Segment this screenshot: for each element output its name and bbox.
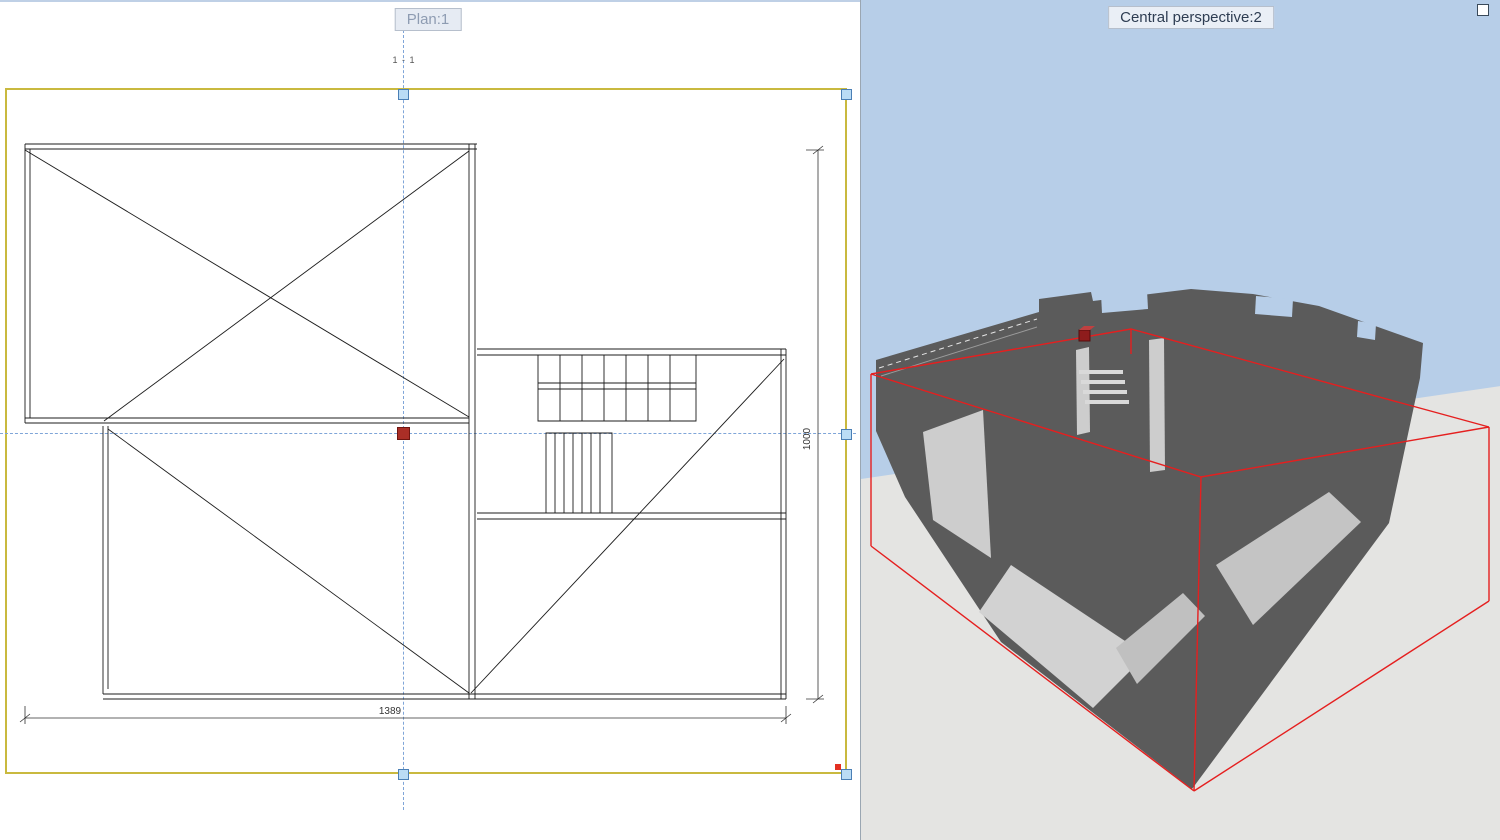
floor-plan-drawing: 1000 1389 — [19, 143, 824, 724]
selection-handle-right-middle[interactable] — [841, 429, 852, 440]
selection-handle-bottom-right[interactable] — [841, 769, 852, 780]
dimension-label-vertical: 1000 — [802, 427, 813, 450]
plan-stairs-lower — [545, 432, 613, 514]
perspective-3d-drawing — [861, 289, 1500, 840]
application-window: Plan:1 1 - 1 1000 1389 Central perspecti… — [0, 0, 1500, 840]
plan-viewport-tab[interactable]: Plan:1 — [394, 8, 462, 31]
selection-handle-top[interactable] — [398, 89, 409, 100]
plan-walls — [24, 143, 787, 700]
selection-handle-bottom[interactable] — [398, 769, 409, 780]
dimension-label-horizontal: 1389 — [379, 706, 402, 717]
plan-dimension-lines: 1000 1389 — [19, 145, 824, 724]
plan-stairs-upper — [537, 354, 697, 422]
viewport-corner-button[interactable] — [1477, 4, 1489, 16]
plan-reference-label: 1 - 1 — [392, 55, 416, 65]
plan-roof-diagonals — [24, 149, 785, 694]
selection-handle-top-right[interactable] — [841, 89, 852, 100]
perspective-viewport-tab[interactable]: Central perspective:2 — [1108, 6, 1274, 29]
perspective-viewport[interactable]: Central perspective:2 — [860, 0, 1500, 840]
plan-viewport[interactable]: Plan:1 1 - 1 1000 1389 — [0, 0, 860, 840]
insertion-point-marker[interactable] — [397, 427, 410, 440]
snap-point-marker — [835, 764, 841, 770]
